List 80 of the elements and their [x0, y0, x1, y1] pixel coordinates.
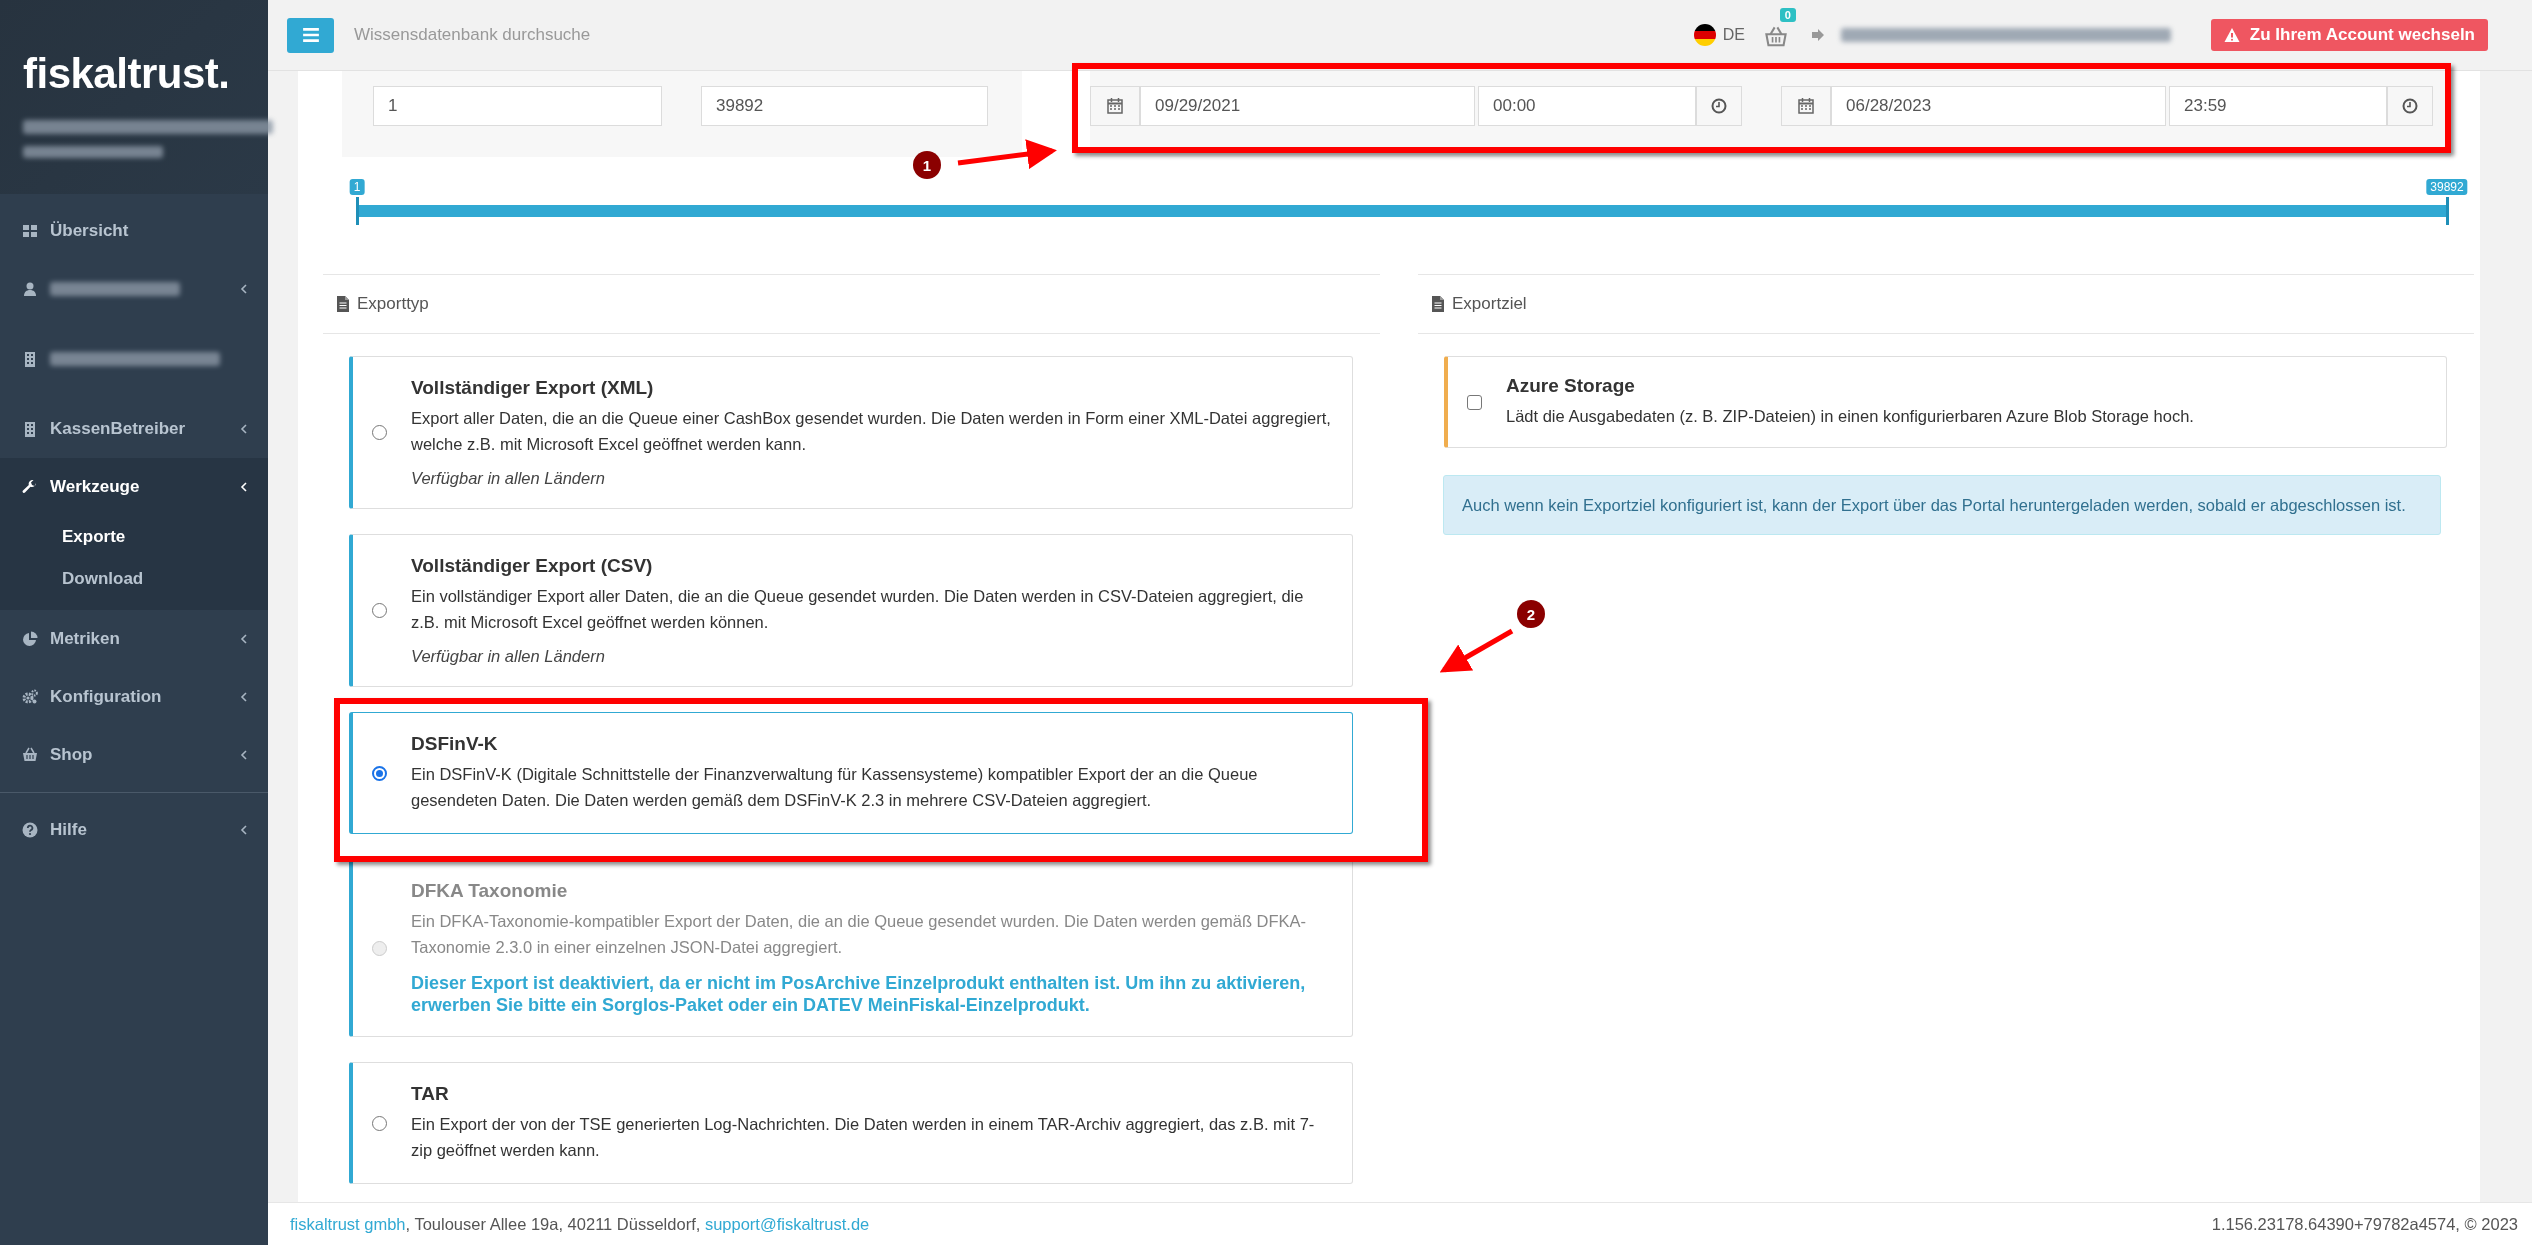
option-description: Export aller Daten, die an die Queue einer CashBox gesendet wurden. Die Daten werden in Form einer XML-Datei aggregiert, welche z.B. mit Microsoft Excel geöffnet werden kann. — [411, 408, 1332, 455]
nav-item[interactable]: KassenBetreiber — [0, 400, 268, 458]
calendar-icon — [1106, 97, 1124, 115]
availability-note: Verfügbar in allen Ländern — [411, 469, 606, 488]
menu-button[interactable] — [287, 17, 334, 53]
nav-item[interactable]: Übersicht — [0, 202, 268, 260]
chevron-left-icon — [238, 423, 250, 435]
section-title: Exportziel — [1452, 294, 1527, 314]
time-field[interactable]: 23:59 — [2169, 86, 2387, 126]
logout-icon — [1810, 27, 1827, 43]
radio-button[interactable] — [372, 1115, 387, 1131]
nav-item[interactable]: Metriken — [0, 610, 268, 668]
help-icon — [22, 822, 38, 838]
wrench-icon — [22, 479, 38, 495]
slider-handle[interactable] — [2446, 197, 2449, 225]
chevron-left-icon — [238, 749, 250, 761]
grid-icon — [22, 223, 38, 239]
cart-badge: 0 — [1779, 8, 1796, 22]
footer-address: fiskaltrust gmbh, Toulouser Allee 19a, 40211 Düsseldorf, support@fiskaltrust.de — [290, 1214, 870, 1234]
option-description: Ein vollständiger Export aller Daten, die an die Queue gesendet wurden. Die Daten werden in CSV-Dateien aggregiert, die z.B. mit Microsoft Excel geöffnet werden können. — [411, 586, 1305, 633]
availability-note: Verfügbar in allen Ländern — [411, 647, 606, 666]
disabled-notice: Dieser Export ist deaktiviert, da er nicht im PosArchive Einzelprodukt enthalten ist. Um ihn zu aktivieren, erwerben Sie bitte ein Sorglos-Paket oder ein DATEV MeinFiskal-Einzelprodukt. — [411, 972, 1307, 1016]
option-title: DFKA Taxonomie — [411, 880, 569, 902]
document-icon — [1430, 296, 1446, 312]
nav-subitem[interactable]: Download — [0, 558, 268, 600]
export-option-card[interactable]: TAR Ein Export der von der TSE generierten Log-Nachrichten. Die Daten werden in einem TAR-Archiv aggregiert, das z.B. mit 7-zip geöffnet werden kann. — [349, 1062, 1353, 1184]
slider-handle[interactable] — [356, 197, 359, 225]
range-slider[interactable] — [357, 197, 2447, 225]
gears-icon — [22, 689, 38, 705]
option-title: Azure Storage — [1506, 375, 1636, 397]
flag-icon — [1692, 23, 1717, 47]
nav-item[interactable]: Hilfe — [0, 801, 268, 859]
option-title: TAR — [411, 1083, 450, 1105]
export-target-card[interactable]: Azure Storage Lädt die Ausgabedaten (z. B. ZIP-Dateien) in einen konfigurierbaren Azure Blob Storage hoch. — [1444, 356, 2447, 448]
to-field[interactable]: 39892 — [701, 86, 988, 126]
slider-value-label: 1 — [349, 179, 365, 195]
radio-button[interactable] — [372, 603, 387, 618]
time-field[interactable]: 00:00 — [1478, 86, 1696, 126]
export-option-card[interactable] — [349, 712, 1353, 834]
nav-item[interactable]: Werkzeuge — [0, 458, 268, 516]
nav-subitem[interactable]: Exporte — [0, 516, 268, 558]
date-field[interactable]: 06/28/2023 — [1831, 86, 2166, 126]
from-field[interactable]: 1 — [373, 86, 662, 126]
clock-icon — [1711, 98, 1727, 114]
option-title: DSFinV-K — [411, 733, 499, 755]
chevron-left-icon — [238, 691, 250, 703]
option-description: Ein Export der von der TSE generierten Log-Nachrichten. Die Daten werden in einem TAR-Archiv aggregiert, das z.B. mit 7-zip geöffnet werden kann. — [411, 1114, 1316, 1161]
building-icon — [22, 351, 38, 367]
basket-icon — [1764, 26, 1787, 48]
option-title: Vollständiger Export (XML) — [411, 377, 655, 399]
option-description: Ein DFKA-Taxonomie-kompatibler Export der Daten, die an die Queue gesendet wurden. Die Daten werden gemäß DFKA-Taxonomie 2.3.0 in einer einzelnen JSON-Datei aggregiert. — [411, 911, 1308, 958]
date-field[interactable]: 09/29/2021 — [1140, 86, 1475, 126]
calendar-icon — [1797, 97, 1815, 115]
checkbox[interactable] — [1467, 394, 1482, 410]
logo: fiskaltrust. — [23, 50, 230, 98]
info-message: Auch wenn kein Exportziel konfiguriert ist, kann der Export über das Portal heruntergeladen werden, sobald er abgeschlossen ist. — [1443, 475, 2441, 535]
option-description: Ein DSFinV-K (Digitale Schnittstelle der Finanzverwaltung für Kassensysteme) kompatibler Export der an die Queue gesendeten Daten. Die Daten werden gemäß dem DSFinV-K 2.3 in mehrere CSV-Dateien aggregiert. — [411, 764, 1259, 811]
building-icon — [22, 421, 38, 437]
warning-icon — [2223, 27, 2240, 43]
version-text: 1.156.23178.64390+79782a4574, © 2023 — [2211, 1214, 2518, 1234]
nav-item[interactable]: Shop — [0, 726, 268, 784]
radio-button[interactable] — [372, 425, 387, 440]
section-title: Exporttyp — [357, 294, 429, 314]
chevron-left-icon — [238, 824, 250, 836]
pie-chart-icon — [22, 631, 38, 647]
basket-icon — [22, 747, 38, 763]
option-description: Lädt die Ausgabedaten (z. B. ZIP-Dateien) in einen konfigurierbaren Azure Blob Storage hoch. — [1506, 406, 2194, 427]
search-field[interactable]: Wissensdatenbank durchsuche — [354, 25, 614, 45]
menu-icon — [301, 26, 320, 44]
option-title: Vollständiger Export (CSV) — [411, 555, 654, 577]
user-icon — [22, 281, 38, 297]
radio-button[interactable] — [372, 765, 387, 781]
nav-item[interactable]: Konfiguration — [0, 668, 268, 726]
chevron-left-icon — [238, 633, 250, 645]
document-icon — [335, 296, 351, 312]
clock-icon — [2402, 98, 2418, 114]
slider-value-label: 39892 — [2426, 179, 2468, 195]
chevron-left-icon — [238, 283, 250, 295]
chevron-left-icon — [238, 481, 250, 493]
language-label[interactable]: DE — [1722, 26, 1745, 44]
